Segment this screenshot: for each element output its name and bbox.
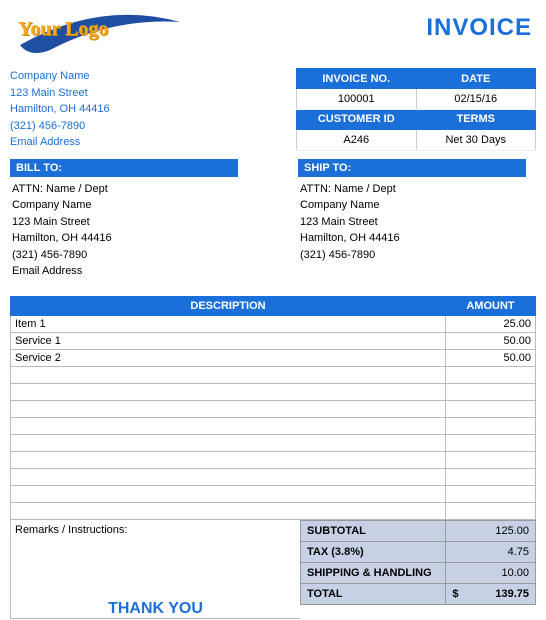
invoice-meta-table: INVOICE NO. DATE 100001 02/15/16 CUSTOME… <box>296 68 536 151</box>
date-label: DATE <box>416 69 536 89</box>
item-description <box>11 502 446 519</box>
table-row <box>11 383 536 400</box>
shipping-value: 10.00 <box>446 562 536 583</box>
subtotal-label: SUBTOTAL <box>301 520 446 541</box>
company-name: Company Name <box>10 68 110 85</box>
company-phone: (321) 456-7890 <box>10 118 110 135</box>
item-amount: 25.00 <box>446 315 536 332</box>
item-description <box>11 383 446 400</box>
line-items-table: DESCRIPTION AMOUNT Item 125.00Service 15… <box>10 296 536 520</box>
item-amount <box>446 434 536 451</box>
company-street: 123 Main Street <box>10 85 110 102</box>
bill-to-attn: ATTN: Name / Dept <box>12 181 236 198</box>
table-row <box>11 451 536 468</box>
company-city: Hamilton, OH 44416 <box>10 101 110 118</box>
customer-id-label: CUSTOMER ID <box>297 109 417 129</box>
logo-text: Your Logo <box>18 18 108 41</box>
table-row: Service 150.00 <box>11 332 536 349</box>
bill-to-street: 123 Main Street <box>12 214 236 231</box>
item-amount <box>446 451 536 468</box>
ship-to-attn: ATTN: Name / Dept <box>300 181 524 198</box>
ship-to-company: Company Name <box>300 197 524 214</box>
table-row: Service 250.00 <box>11 349 536 366</box>
table-row <box>11 434 536 451</box>
invoice-no-label: INVOICE NO. <box>297 69 417 89</box>
thank-you: THANK YOU <box>11 600 300 618</box>
item-amount <box>446 366 536 383</box>
table-row <box>11 485 536 502</box>
col-amount: AMOUNT <box>446 296 536 315</box>
bill-to-block: BILL TO: ATTN: Name / Dept Company Name … <box>10 159 238 284</box>
totals-table: SUBTOTAL 125.00 TAX (3.8%) 4.75 SHIPPING… <box>300 520 536 605</box>
table-row <box>11 417 536 434</box>
item-description <box>11 434 446 451</box>
item-description <box>11 451 446 468</box>
item-description <box>11 366 446 383</box>
table-row <box>11 468 536 485</box>
ship-to-city: Hamilton, OH 44416 <box>300 230 524 247</box>
item-amount <box>446 468 536 485</box>
table-row <box>11 400 536 417</box>
bill-to-header: BILL TO: <box>10 159 238 177</box>
logo: Your Logo <box>10 10 190 60</box>
item-description: Item 1 <box>11 315 446 332</box>
item-description <box>11 400 446 417</box>
tax-label: TAX (3.8%) <box>301 541 446 562</box>
item-description: Service 1 <box>11 332 446 349</box>
ship-to-phone: (321) 456-7890 <box>300 247 524 264</box>
item-amount: 50.00 <box>446 332 536 349</box>
total-amount: 139.75 <box>495 588 529 600</box>
terms-label: TERMS <box>416 109 536 129</box>
customer-id-value: A246 <box>297 130 417 150</box>
invoice-no-value: 100001 <box>297 89 417 109</box>
bill-to-company: Company Name <box>12 197 236 214</box>
item-description <box>11 417 446 434</box>
table-row: Item 125.00 <box>11 315 536 332</box>
subtotal-value: 125.00 <box>446 520 536 541</box>
item-amount <box>446 502 536 519</box>
item-amount <box>446 485 536 502</box>
item-amount <box>446 383 536 400</box>
remarks-section: Remarks / Instructions: THANK YOU <box>10 520 300 619</box>
table-row <box>11 502 536 519</box>
ship-to-block: SHIP TO: ATTN: Name / Dept Company Name … <box>298 159 526 284</box>
date-value: 02/15/16 <box>416 89 536 109</box>
bill-to-phone: (321) 456-7890 <box>12 247 236 264</box>
table-row <box>11 366 536 383</box>
item-description <box>11 485 446 502</box>
item-description <box>11 468 446 485</box>
ship-to-street: 123 Main Street <box>300 214 524 231</box>
ship-to-header: SHIP TO: <box>298 159 526 177</box>
item-amount: 50.00 <box>446 349 536 366</box>
company-info: Company Name 123 Main Street Hamilton, O… <box>10 68 110 151</box>
tax-value: 4.75 <box>446 541 536 562</box>
item-amount <box>446 400 536 417</box>
bill-to-email: Email Address <box>12 263 236 280</box>
shipping-label: SHIPPING & HANDLING <box>301 562 446 583</box>
remarks-label: Remarks / Instructions: <box>11 520 300 540</box>
bill-to-city: Hamilton, OH 44416 <box>12 230 236 247</box>
item-description: Service 2 <box>11 349 446 366</box>
total-label: TOTAL <box>301 583 446 604</box>
company-email: Email Address <box>10 134 110 151</box>
item-amount <box>446 417 536 434</box>
currency-symbol: $ <box>452 588 458 600</box>
total-value: $ 139.75 <box>446 583 536 604</box>
invoice-title: INVOICE <box>426 14 532 42</box>
terms-value: Net 30 Days <box>416 130 536 150</box>
col-description: DESCRIPTION <box>11 296 446 315</box>
